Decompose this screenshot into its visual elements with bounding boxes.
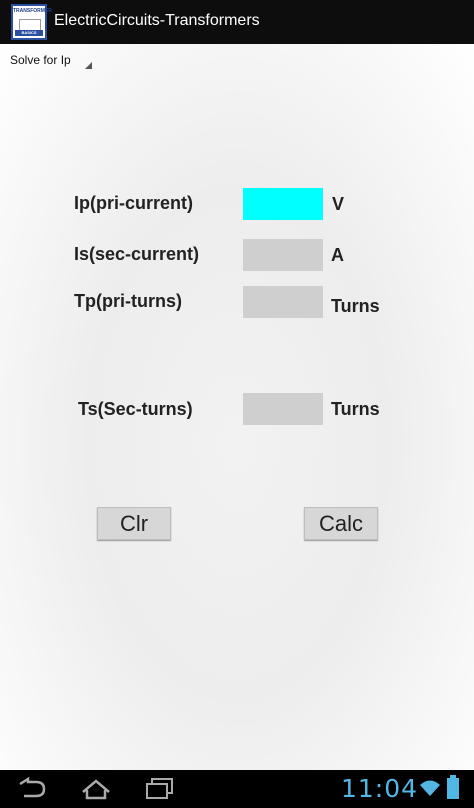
spinner-selected-label: Solve for Ip bbox=[10, 53, 71, 67]
tp-unit: Turns bbox=[331, 296, 380, 316]
solve-for-spinner[interactable]: Solve for Ip bbox=[4, 50, 94, 72]
spinner-dropdown-icon bbox=[85, 62, 92, 69]
app-icon-bottom-text: BASICS bbox=[15, 30, 43, 36]
status-clock: 11:04 bbox=[340, 774, 418, 803]
ts-label: Ts(Sec-turns) bbox=[78, 399, 193, 419]
wifi-icon bbox=[420, 780, 440, 796]
main-content bbox=[0, 44, 474, 770]
clear-button[interactable]: Clr bbox=[97, 507, 171, 540]
calc-button[interactable]: Calc bbox=[304, 507, 378, 540]
action-bar: TRANSFORMER BASICS ElectricCircuits-Tran… bbox=[0, 0, 474, 44]
is-unit: A bbox=[331, 245, 344, 265]
app-icon[interactable]: TRANSFORMER BASICS bbox=[11, 4, 52, 40]
ts-input[interactable] bbox=[243, 393, 323, 425]
system-navigation-bar: 11:04 bbox=[0, 770, 474, 808]
ip-unit: V bbox=[332, 194, 345, 214]
ip-label: Ip(pri-current) bbox=[74, 193, 193, 213]
back-icon[interactable] bbox=[16, 776, 48, 802]
home-icon[interactable] bbox=[80, 776, 112, 802]
battery-icon bbox=[447, 775, 459, 799]
ts-unit: Turns bbox=[331, 399, 380, 419]
app-icon-top-text: TRANSFORMER bbox=[13, 8, 52, 14]
is-label: Is(sec-current) bbox=[74, 244, 200, 264]
recent-apps-icon[interactable] bbox=[143, 776, 177, 802]
tp-input[interactable] bbox=[243, 286, 323, 318]
ip-input[interactable] bbox=[243, 188, 323, 220]
tp-label: Tp(pri-turns) bbox=[74, 291, 182, 311]
is-input[interactable] bbox=[243, 239, 323, 271]
app-title: ElectricCircuits-Transformers bbox=[54, 12, 260, 29]
